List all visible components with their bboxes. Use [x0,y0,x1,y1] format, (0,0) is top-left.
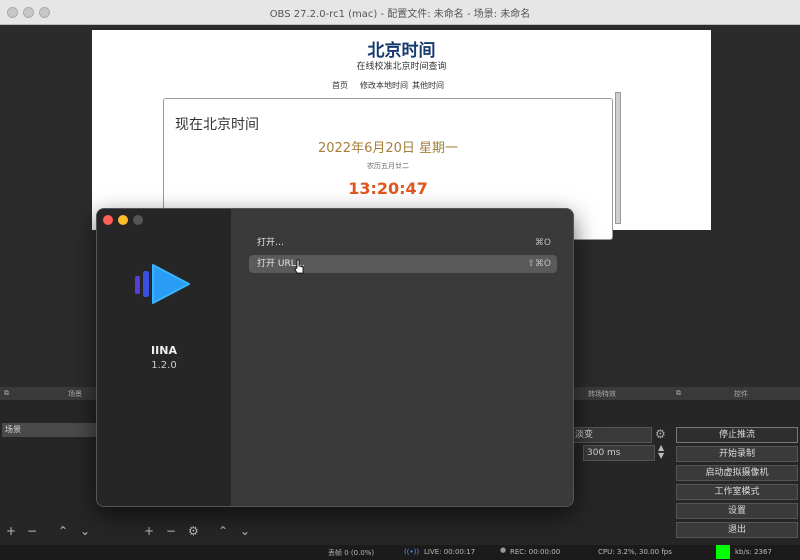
web-scrollbar [615,92,621,224]
move-up-icon[interactable]: ⌃ [58,524,68,538]
time-card-heading: 现在北京时间 [175,117,259,133]
time-card-date: 2022年6月20日 星期一 [317,141,459,156]
bitrate: kb/s: 2367 [735,548,772,556]
cpu-usage: CPU: 3.2%, 30.00 fps [598,548,672,556]
spinbox-arrows-icon[interactable]: ▲ ▼ [658,444,664,460]
iina-menu-panel: 打开… ⌘O 打开 URL… ⇧⌘O [231,209,573,506]
dock-float-icon[interactable]: ⧉ [676,389,681,398]
remove-scene-icon[interactable]: − [27,524,37,538]
iina-window: IINA 1.2.0 打开… ⌘O 打开 URL… ⇧⌘O [96,208,574,507]
transitions-panel-header: 转场特效 [572,387,672,400]
web-nav-home: 首页 [332,81,348,90]
live-time: LIVE: 00:00:17 [424,548,476,556]
iina-logo-icon [135,264,190,304]
web-page-title: 北京时间 [367,41,436,61]
status-bar: 丢帧 0 (0.0%) ((•)) LIVE: 00:00:17 ● REC: … [0,545,800,560]
iina-close-button[interactable] [103,215,113,225]
scenes-panel-header: ⧉ 场景 [0,387,98,400]
iina-app-name: IINA [151,344,177,357]
transition-select[interactable]: 淡变 [572,427,652,443]
stream-health-indicator [716,545,730,559]
start-record-button[interactable]: 开始录制 [676,446,798,462]
iina-version: 1.2.0 [151,360,177,371]
source-properties-gear-icon[interactable]: ⚙ [188,524,199,538]
window-titlebar: OBS 27.2.0-rc1 (mac) - 配置文件: 未命名 - 场景: 未… [0,0,800,25]
add-source-icon[interactable]: + [144,524,154,538]
duration-spinbox[interactable]: 300 ms [583,445,655,461]
web-nav-other: 其他时间 [412,81,444,90]
source-down-icon[interactable]: ⌄ [240,524,250,538]
remove-source-icon[interactable]: − [166,524,176,538]
open-file-label: 打开… [257,238,285,248]
open-url-shortcut: ⇧⌘O [527,259,551,269]
live-indicator-icon: ((•)) [404,548,420,556]
rec-time: REC: 00:00:00 [510,548,561,556]
time-card-lunar: 农历五月廿二 [367,162,409,170]
window-title: OBS 27.2.0-rc1 (mac) - 配置文件: 未命名 - 场景: 未… [269,9,531,20]
studio-mode-button[interactable]: 工作室模式 [676,484,798,500]
transitions-label: 转场特效 [588,390,616,398]
source-up-icon[interactable]: ⌃ [218,524,228,538]
scenes-label: 场景 [68,390,82,398]
settings-button[interactable]: 设置 [676,503,798,519]
controls-label: 控件 [734,390,748,398]
move-down-icon[interactable]: ⌄ [80,524,90,538]
add-scene-icon[interactable]: + [6,524,16,538]
controls-panel-header: ⧉ 控件 [672,387,800,400]
virtual-camera-button[interactable]: 启动虚拟摄像机 [676,465,798,481]
web-nav-modify: 修改本地时间 [360,81,408,90]
rec-indicator-icon: ● [500,546,507,554]
iina-zoom-button[interactable] [133,215,143,225]
hand-pointer-icon [294,259,304,274]
dock-float-icon[interactable]: ⧉ [4,389,9,398]
scene-list-item[interactable]: 场景 [2,423,96,437]
time-card-clock: 13:20:47 [348,179,428,198]
exit-button[interactable]: 退出 [676,522,798,538]
web-page-subtitle: 在线校准北京时间查询 [356,62,447,72]
iina-sidebar: IINA 1.2.0 [97,209,231,506]
open-file-menu-item[interactable]: 打开… ⌘O [249,234,557,252]
stop-stream-button[interactable]: 停止推流 [676,427,798,443]
gear-icon[interactable]: ⚙ [655,427,666,441]
iina-minimize-button[interactable] [118,215,128,225]
open-file-shortcut: ⌘O [534,238,551,248]
dropped-frames: 丢帧 0 (0.0%) [328,549,375,557]
